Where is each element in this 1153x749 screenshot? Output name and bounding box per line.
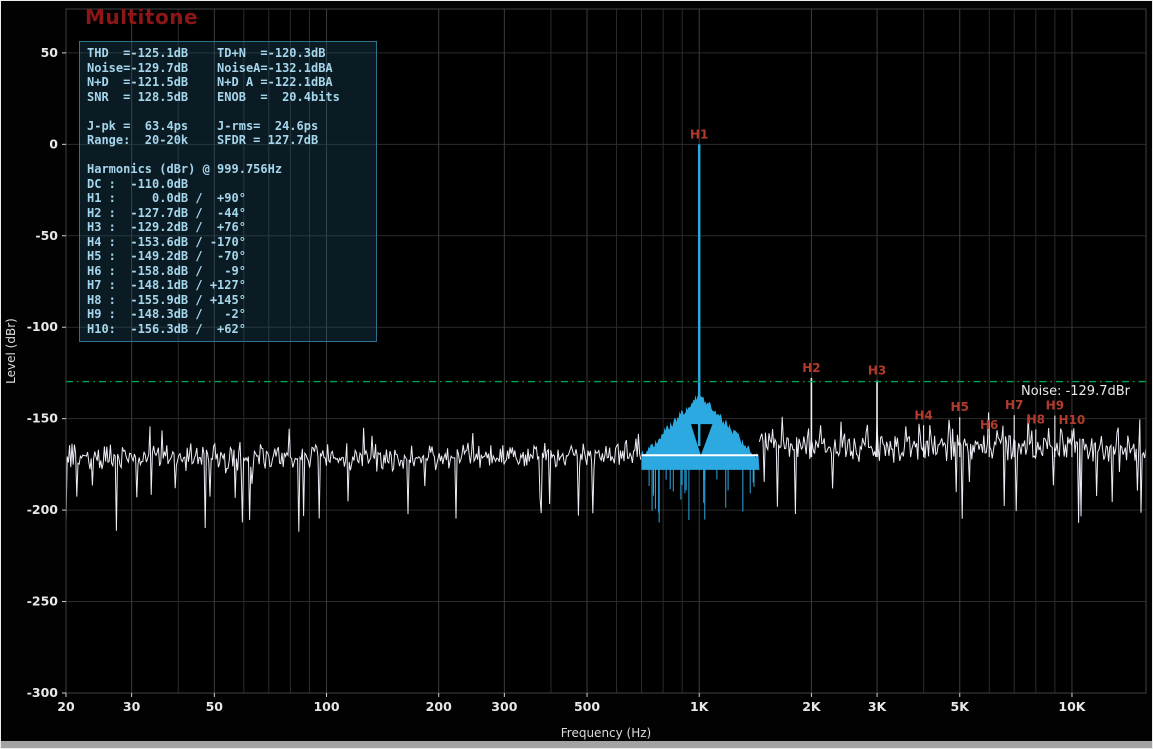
stats-line bbox=[87, 104, 369, 119]
x-tick-label: 100 bbox=[313, 699, 339, 714]
stats-line: H1 : 0.0dB / +90° bbox=[87, 191, 369, 206]
stats-line: H8 : -155.9dB / +145° bbox=[87, 293, 369, 308]
harmonic-label-H2: H2 bbox=[802, 361, 820, 375]
y-tick-label: -150 bbox=[27, 411, 59, 426]
stats-line: Noise=-129.7dB NoiseA=-132.1dBA bbox=[87, 61, 369, 76]
y-tick-label: -200 bbox=[27, 502, 59, 517]
noise-floor-annotation: Noise: -129.7dBr bbox=[1021, 384, 1130, 399]
x-tick-label: 30 bbox=[123, 699, 141, 714]
x-tick-label: 50 bbox=[206, 699, 224, 714]
harmonic-label-H10: H10 bbox=[1059, 413, 1086, 427]
stats-line: H10: -156.3dB / +62° bbox=[87, 322, 369, 337]
harmonic-label-H5: H5 bbox=[951, 400, 969, 414]
y-tick-label: 50 bbox=[41, 45, 59, 60]
stats-line: J-pk = 63.4ps J-rms= 24.6ps bbox=[87, 119, 369, 134]
stats-line: H6 : -158.8dB / -9° bbox=[87, 264, 369, 279]
stats-line: H5 : -149.2dB / -70° bbox=[87, 249, 369, 264]
harmonic-label-H3: H3 bbox=[868, 364, 886, 378]
stats-line: H4 : -153.6dB / -170° bbox=[87, 235, 369, 250]
stats-line bbox=[87, 148, 369, 163]
stats-line: H9 : -148.3dB / -2° bbox=[87, 307, 369, 322]
stats-line: H3 : -129.2dB / +76° bbox=[87, 220, 369, 235]
x-tick-label: 10K bbox=[1058, 699, 1086, 714]
stats-line: THD =-125.1dB TD+N =-120.3dB bbox=[87, 46, 369, 61]
stats-line: SNR = 128.5dB ENOB = 20.4bits bbox=[87, 90, 369, 105]
multitone-analyzer-window: H1H2H3H4H5H6H7H8H9H10500-50-100-150-200-… bbox=[0, 0, 1153, 749]
x-tick-label: 200 bbox=[426, 699, 452, 714]
x-axis-title: Frequency (Hz) bbox=[561, 726, 652, 740]
x-tick-label: 1K bbox=[690, 699, 710, 714]
chart-title: Multitone bbox=[85, 5, 198, 29]
harmonic-label-H9: H9 bbox=[1046, 399, 1064, 413]
y-tick-label: -250 bbox=[27, 594, 59, 609]
x-tick-label: 20 bbox=[57, 699, 75, 714]
y-tick-label: -100 bbox=[27, 319, 59, 334]
harmonic-label-H4: H4 bbox=[914, 408, 932, 422]
x-tick-label: 5K bbox=[951, 699, 971, 714]
stats-line: H7 : -148.1dB / +127° bbox=[87, 278, 369, 293]
stats-line: H2 : -127.7dB / -44° bbox=[87, 206, 369, 221]
x-tick-label: 2K bbox=[802, 699, 822, 714]
y-tick-label: -300 bbox=[27, 685, 59, 700]
window-bottom-bar bbox=[1, 741, 1152, 748]
stats-line: N+D =-121.5dB N+D A =-122.1dBA bbox=[87, 75, 369, 90]
y-tick-label: -50 bbox=[35, 228, 58, 243]
x-tick-label: 300 bbox=[491, 699, 517, 714]
stats-line: Range: 20-20k SFDR = 127.7dB bbox=[87, 133, 369, 148]
x-tick-label: 500 bbox=[574, 699, 600, 714]
y-tick-label: 0 bbox=[49, 136, 58, 151]
stats-panel: THD =-125.1dB TD+N =-120.3dBNoise=-129.7… bbox=[79, 41, 377, 342]
harmonic-label-H1: H1 bbox=[690, 127, 708, 141]
harmonic-label-H8: H8 bbox=[1027, 412, 1045, 426]
stats-line: DC : -110.0dB bbox=[87, 177, 369, 192]
y-axis-title: Level (dBr) bbox=[4, 318, 18, 384]
harmonic-label-H6: H6 bbox=[980, 418, 998, 432]
harmonic-label-H7: H7 bbox=[1005, 398, 1023, 412]
stats-line: Harmonics (dBr) @ 999.756Hz bbox=[87, 162, 369, 177]
x-tick-label: 3K bbox=[868, 699, 888, 714]
